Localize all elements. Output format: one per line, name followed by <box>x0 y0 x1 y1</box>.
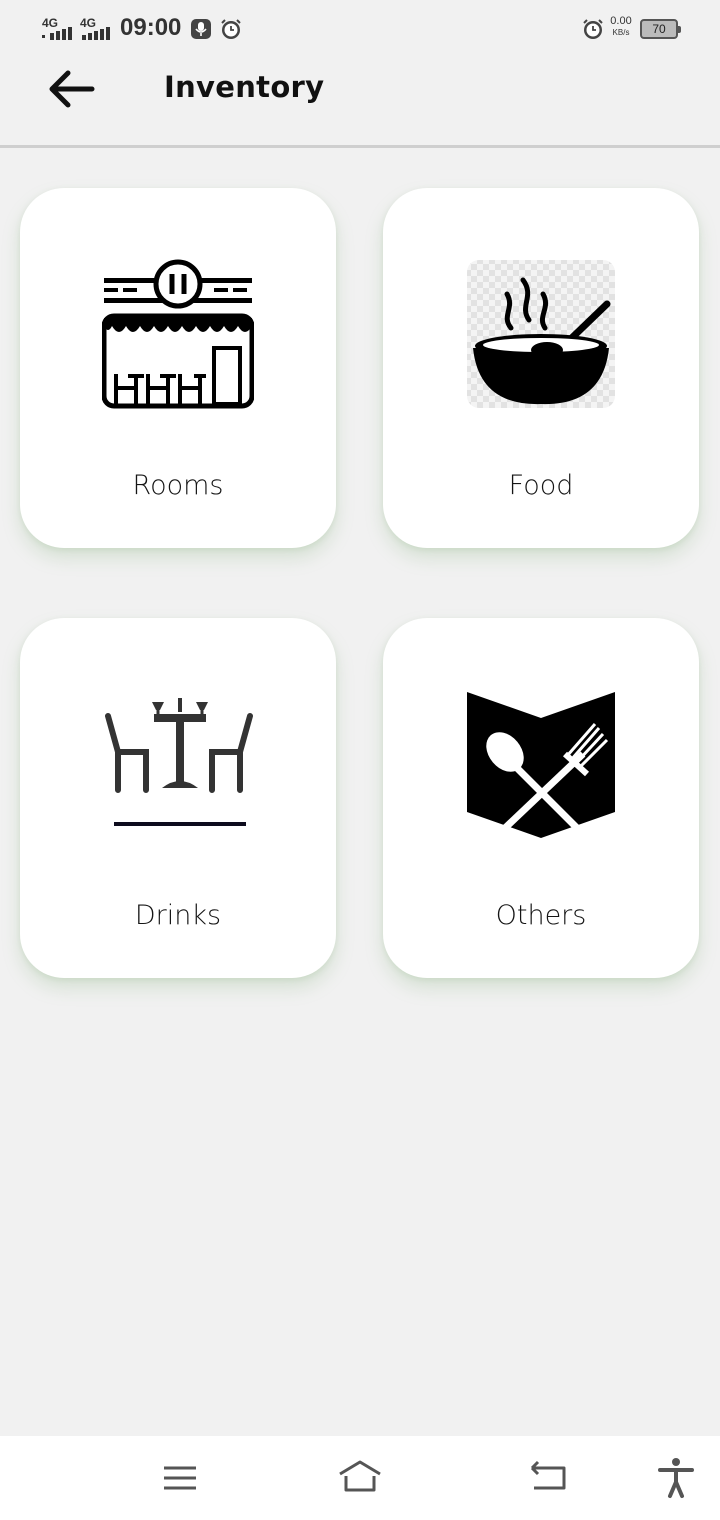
category-label: Drinks <box>134 900 222 931</box>
clock: 09:00 <box>120 14 182 41</box>
microphone-icon <box>191 19 211 39</box>
table-chairs-icon <box>105 698 253 826</box>
home-icon[interactable] <box>336 1456 384 1500</box>
status-bar: 4G 4G 09:00 0.00 KB/s 70 <box>0 0 720 56</box>
category-card-others[interactable]: Others <box>383 618 699 978</box>
net-speed-value: 0.00 <box>610 15 632 27</box>
category-label: Food <box>508 470 574 501</box>
arrow-left-icon <box>49 70 95 108</box>
page-title: Inventory <box>164 70 325 104</box>
menu-icon[interactable] <box>156 1456 204 1500</box>
system-nav-bar <box>0 1436 720 1520</box>
signal-2: 4G <box>80 16 110 40</box>
signal-bars-icon <box>42 27 72 40</box>
app-header: Inventory <box>0 56 720 148</box>
category-card-drinks[interactable]: Drinks <box>20 618 336 978</box>
net-speed-unit: KB/s <box>612 28 630 37</box>
signal-1: 4G <box>42 16 72 40</box>
alarm-icon <box>583 19 603 39</box>
back-button[interactable] <box>44 66 96 112</box>
steaming-bowl-icon <box>467 260 615 408</box>
restaurant-storefront-icon <box>102 259 254 409</box>
category-card-food[interactable]: Food <box>383 188 699 548</box>
signal-bars-icon <box>82 27 110 40</box>
category-label: Others <box>495 900 587 931</box>
battery-indicator: 70 <box>640 19 681 39</box>
category-card-rooms[interactable]: Rooms <box>20 188 336 548</box>
net-speed: 0.00 KB/s <box>606 16 636 38</box>
menu-cutlery-icon <box>467 692 615 838</box>
category-label: Rooms <box>132 470 224 501</box>
alarm-icon <box>221 19 241 39</box>
accessibility-icon[interactable] <box>652 1456 700 1500</box>
back-icon[interactable] <box>524 1456 572 1500</box>
